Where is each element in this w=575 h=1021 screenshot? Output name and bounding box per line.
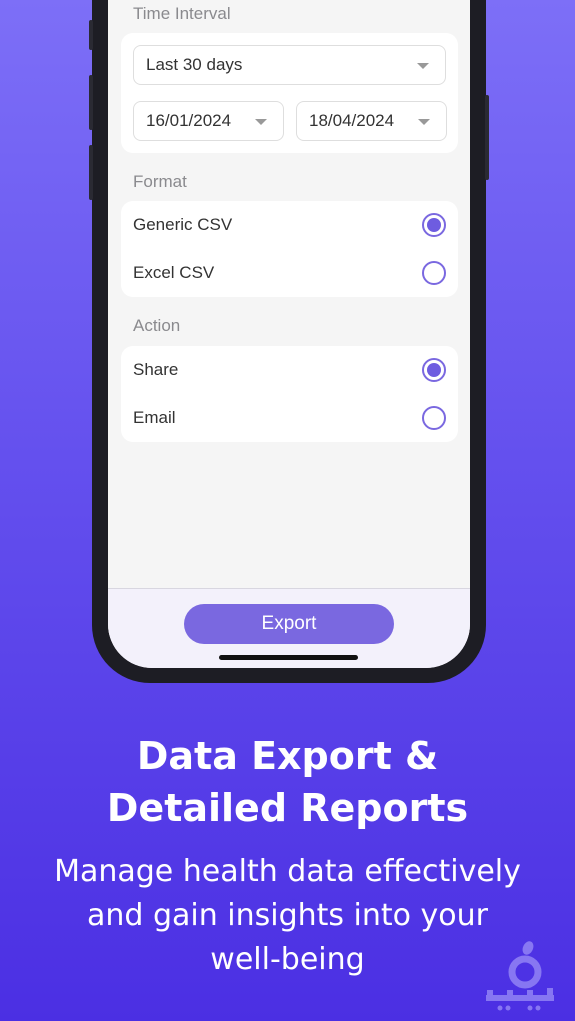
option-label: Generic CSV	[133, 215, 233, 234]
bottom-bar: Export	[108, 588, 470, 668]
phone-side-button	[89, 145, 93, 200]
format-label: Format	[133, 172, 187, 191]
range-select-value: Last 30 days	[146, 55, 243, 74]
home-indicator	[219, 655, 358, 660]
range-select[interactable]: Last 30 days	[133, 45, 446, 85]
format-card: Generic CSV Excel CSV	[121, 201, 458, 297]
action-label: Action	[133, 316, 181, 335]
chevron-down-icon	[255, 119, 267, 125]
phone-side-button	[89, 20, 93, 50]
chevron-down-icon	[417, 63, 429, 69]
action-option-share[interactable]: Share	[133, 346, 446, 394]
radio-unselected[interactable]	[422, 406, 446, 430]
start-date-value: 16/01/2024	[146, 111, 232, 130]
action-option-email[interactable]: Email	[133, 394, 446, 442]
start-date-select[interactable]: 16/01/2024	[133, 101, 284, 141]
promo-title: Data Export & Detailed Reports	[106, 734, 469, 830]
phone-side-button	[89, 75, 93, 130]
radio-selected[interactable]	[422, 213, 446, 237]
end-date-value: 18/04/2024	[309, 111, 395, 130]
watermark-logo	[480, 940, 560, 1019]
time-interval-card: Last 30 days 16/01/2024 18/04/2024	[121, 33, 458, 153]
phone-screen: Time Interval Last 30 days 16/01/2024 18…	[108, 0, 470, 668]
option-label: Share	[133, 360, 179, 379]
option-label: Excel CSV	[133, 263, 215, 282]
time-interval-label: Time Interval	[133, 4, 231, 23]
radio-unselected[interactable]	[422, 261, 446, 285]
sibche-logo-icon	[486, 941, 554, 1011]
format-option-excel-csv[interactable]: Excel CSV	[133, 249, 446, 297]
action-card: Share Email	[121, 346, 458, 442]
export-button[interactable]: Export	[184, 604, 394, 644]
chevron-down-icon	[418, 119, 430, 125]
phone-side-button	[485, 95, 489, 180]
end-date-select[interactable]: 18/04/2024	[296, 101, 447, 141]
option-label: Email	[133, 408, 176, 427]
format-option-generic-csv[interactable]: Generic CSV	[133, 201, 446, 249]
radio-selected[interactable]	[422, 358, 446, 382]
